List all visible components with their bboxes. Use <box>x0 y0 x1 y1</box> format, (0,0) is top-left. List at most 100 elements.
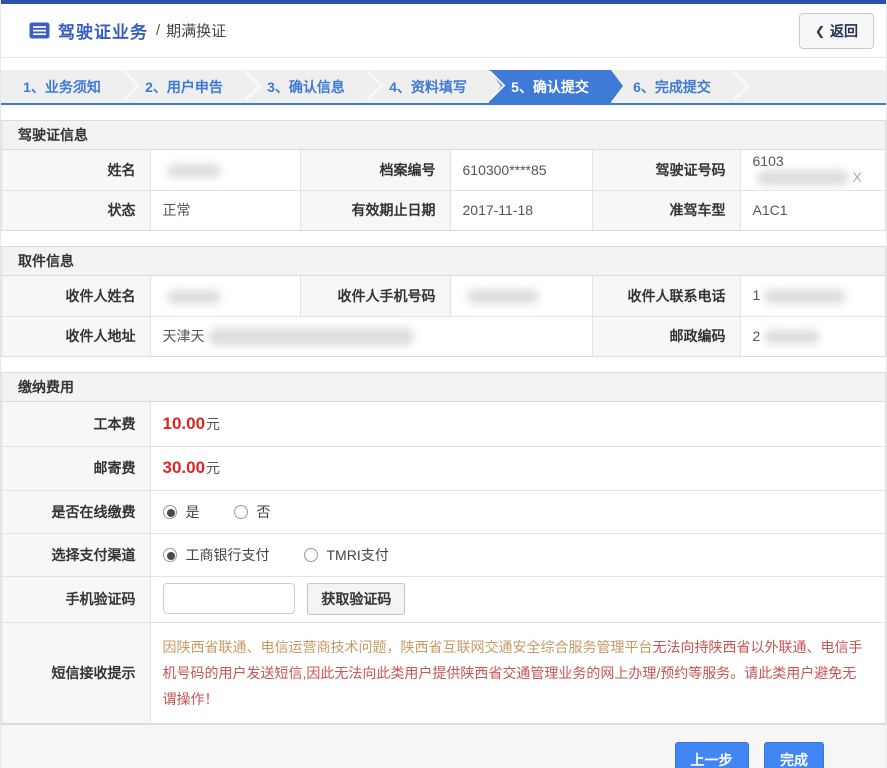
work-fee-label: 工本费 <box>2 402 150 446</box>
back-button[interactable]: ❮ 返回 <box>798 12 874 49</box>
radio-label: 否 <box>256 503 271 520</box>
redacted-value <box>764 330 821 345</box>
status-label: 状态 <box>2 189 150 230</box>
breadcrumb: 驾驶证业务 / 期满换证 <box>29 18 226 43</box>
sms-tip-text: 因陕西省联通、电信运营商技术问题，陕西省互联网交通安全综合服务管理平台无法向持陕… <box>163 634 866 712</box>
work-fee-value: 10.00元 <box>149 402 885 446</box>
section-title: 取件信息 <box>2 247 885 276</box>
step-tab-label: 1、业务须知 <box>23 78 101 95</box>
recipient-mobile-value <box>449 276 592 316</box>
radio-option-no[interactable]: 否 <box>233 502 271 522</box>
steps-bar: 1、业务须知 2、用户申告 3、确认信息 4、资料填写 5、确认提交 6、完成提… <box>1 70 886 105</box>
sms-tip-cell: 因陕西省联通、电信运营商技术问题，陕西省互联网交通安全综合服务管理平台无法向持陕… <box>149 621 885 723</box>
sms-code-label: 手机验证码 <box>2 575 150 622</box>
step-tab-label: 6、完成提交 <box>633 78 711 95</box>
get-code-button[interactable]: 获取验证码 <box>307 583 406 616</box>
name-label: 姓名 <box>2 150 150 190</box>
license-no-suffix: X <box>852 169 862 186</box>
table-row: 收件人地址 天津天 邮政编码 2 <box>2 315 885 356</box>
sms-tip-part1: 因陕西省联通、电信运营商技术问题，陕西省互联网交通安全综合服务管理平台 <box>162 638 653 655</box>
radio-button-checked[interactable] <box>162 547 177 562</box>
recipient-mobile-label: 收件人手机号码 <box>299 276 450 316</box>
vehicle-class-label: 准驾车型 <box>591 189 740 230</box>
table-row: 手机验证码 获取验证码 <box>2 575 885 622</box>
section-pickup-info: 取件信息 收件人姓名 收件人手机号码 收件人联系电话 1 收件人地址 天津天 邮… <box>1 246 886 357</box>
redacted-value <box>764 289 847 305</box>
step-separator-chevron <box>719 70 750 100</box>
table-row: 收件人姓名 收件人手机号码 收件人联系电话 1 <box>2 276 885 316</box>
radio-button[interactable] <box>303 547 318 562</box>
currency-unit: 元 <box>206 415 221 432</box>
license-no-prefix: 6103 <box>752 153 784 170</box>
currency-unit: 元 <box>206 460 221 476</box>
page: 驾驶证业务 / 期满换证 ❮ 返回 1、业务须知 2、用户申告 3、确认信息 4… <box>0 0 887 768</box>
table-row: 短信接收提示 因陕西省联通、电信运营商技术问题，陕西省互联网交通安全综合服务管理… <box>2 621 885 723</box>
header: 驾驶证业务 / 期满换证 ❮ 返回 <box>1 4 886 58</box>
table-row: 工本费 10.00元 <box>2 402 885 446</box>
expiry-label: 有效期止日期 <box>299 189 450 230</box>
table-row: 选择支付渠道 工商银行支付 TMRI支付 <box>2 532 885 576</box>
post-fee-label: 邮寄费 <box>2 445 150 490</box>
footer-action-bar: 上一步 完成 <box>1 723 886 768</box>
post-fee-amount: 30.00 <box>162 458 206 477</box>
section-fees: 缴纳费用 工本费 10.00元 邮寄费 30.00元 是否在线缴费 是 否 选择… <box>1 372 886 724</box>
step-tab-5-active[interactable]: 5、确认提交 <box>489 70 623 103</box>
expiry-value: 2017-11-18 <box>449 189 592 230</box>
step-tab-4[interactable]: 4、资料填写 <box>367 70 506 103</box>
vehicle-class-value: A1C1 <box>739 189 885 230</box>
postal-prefix: 2 <box>752 328 761 345</box>
post-fee-value: 30.00元 <box>149 445 885 490</box>
form-list-icon <box>29 22 50 39</box>
section-title: 驾驶证信息 <box>2 121 885 150</box>
radio-button-checked[interactable] <box>162 504 177 519</box>
table-row: 状态 正常 有效期止日期 2017-11-18 准驾车型 A1C1 <box>2 189 885 230</box>
radio-button[interactable] <box>233 504 248 519</box>
redacted-value <box>756 170 849 187</box>
table-row: 是否在线缴费 是 否 <box>2 489 885 533</box>
recipient-phone-value: 1 <box>739 276 885 316</box>
recipient-address-label: 收件人地址 <box>2 315 150 356</box>
file-no-label: 档案编号 <box>299 150 450 190</box>
pay-channel-options: 工商银行支付 TMRI支付 <box>149 532 885 576</box>
license-no-label: 驾驶证号码 <box>591 150 740 190</box>
file-no-value: 610300****85 <box>449 150 592 190</box>
postal-code-value: 2 <box>739 315 885 356</box>
recipient-name-label: 收件人姓名 <box>2 276 150 316</box>
redacted-value <box>166 289 221 304</box>
pay-channel-label: 选择支付渠道 <box>2 532 150 576</box>
online-pay-label: 是否在线缴费 <box>2 489 150 533</box>
pickup-info-table: 收件人姓名 收件人手机号码 收件人联系电话 1 收件人地址 天津天 邮政编码 2 <box>2 276 885 356</box>
step-tab-label: 2、用户申告 <box>145 78 223 95</box>
step-tab-1[interactable]: 1、业务须知 <box>1 70 140 103</box>
section-license-info: 驾驶证信息 姓名 档案编号 610300****85 驾驶证号码 6103 X 状… <box>1 120 886 231</box>
step-tab-3[interactable]: 3、确认信息 <box>245 70 384 103</box>
status-value: 正常 <box>149 189 300 230</box>
step-tab-6[interactable]: 6、完成提交 <box>611 70 750 103</box>
online-pay-options: 是 否 <box>149 489 885 533</box>
recipient-name-value <box>149 276 300 316</box>
redacted-value <box>208 328 414 347</box>
previous-step-button[interactable]: 上一步 <box>674 741 749 768</box>
name-value <box>149 150 300 190</box>
recipient-phone-label: 收件人联系电话 <box>591 276 740 316</box>
postal-code-label: 邮政编码 <box>591 315 740 356</box>
radio-option-icbc[interactable]: 工商银行支付 <box>162 545 270 565</box>
radio-option-yes[interactable]: 是 <box>162 502 200 522</box>
phone-prefix: 1 <box>752 287 761 304</box>
license-info-table: 姓名 档案编号 610300****85 驾驶证号码 6103 X 状态 正常 有… <box>2 150 885 230</box>
radio-label: TMRI支付 <box>326 546 389 563</box>
step-tab-2[interactable]: 2、用户申告 <box>123 70 262 103</box>
fees-table: 工本费 10.00元 邮寄费 30.00元 是否在线缴费 是 否 选择支付渠道 <box>2 402 885 723</box>
sms-code-input[interactable] <box>162 582 295 614</box>
sms-code-cell: 获取验证码 <box>149 575 885 622</box>
step-tab-label: 5、确认提交 <box>511 78 589 95</box>
table-row: 邮寄费 30.00元 <box>2 445 885 490</box>
radio-label: 工商银行支付 <box>185 546 270 563</box>
step-tab-label: 3、确认信息 <box>267 78 345 95</box>
finish-button[interactable]: 完成 <box>764 741 824 768</box>
radio-label: 是 <box>185 503 200 520</box>
radio-option-tmri[interactable]: TMRI支付 <box>303 545 389 565</box>
recipient-address-value: 天津天 <box>149 315 592 356</box>
step-tab-label: 4、资料填写 <box>389 78 467 95</box>
work-fee-amount: 10.00 <box>162 413 206 433</box>
